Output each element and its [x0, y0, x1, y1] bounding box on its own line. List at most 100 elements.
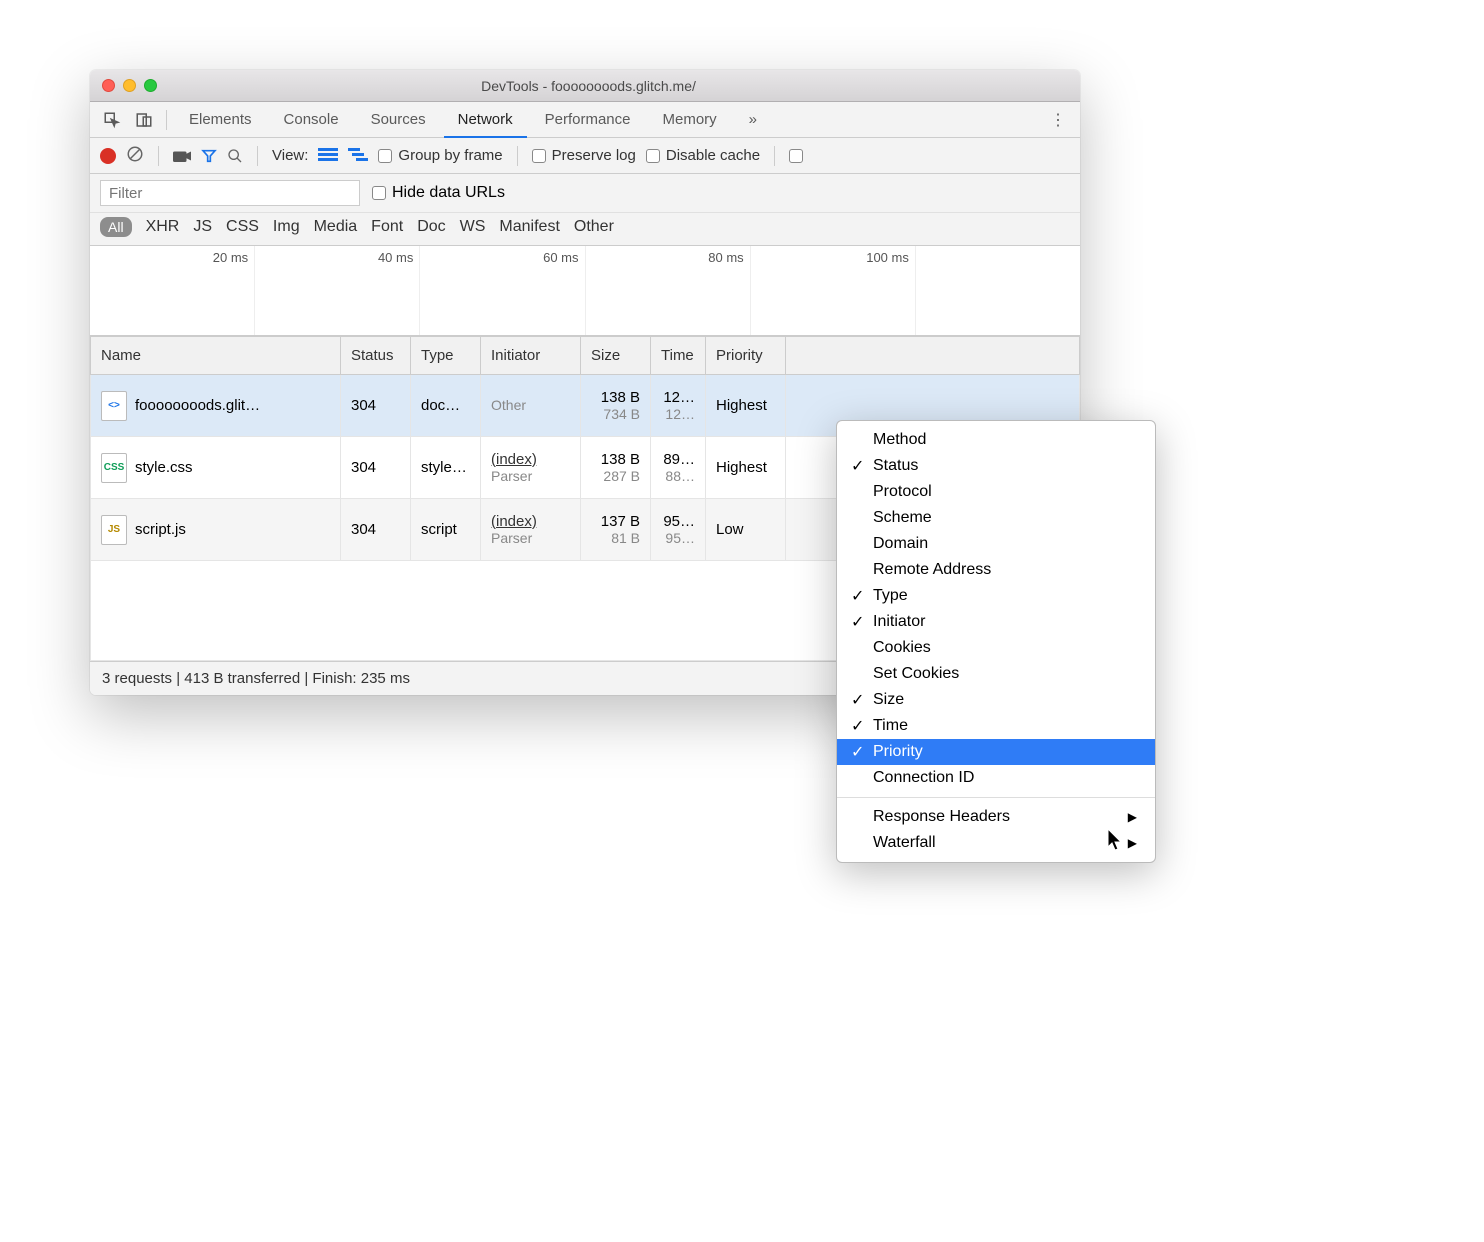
tab-console[interactable]: Console: [270, 102, 353, 138]
cell-name[interactable]: <> foooooooods.glit…: [91, 375, 341, 437]
menu-item-status[interactable]: Status: [837, 453, 1155, 479]
cell-time: 12…12…: [651, 375, 706, 437]
col-priority[interactable]: Priority: [706, 337, 786, 375]
cell-name[interactable]: JS script.js: [91, 499, 341, 561]
filter-type-font[interactable]: Font: [371, 218, 403, 236]
col-name[interactable]: Name: [91, 337, 341, 375]
filter-icon[interactable]: [201, 148, 217, 164]
cell-status: 304: [341, 375, 411, 437]
cell-size: 138 B734 B: [581, 375, 651, 437]
cell-type: script: [411, 499, 481, 561]
filter-type-img[interactable]: Img: [273, 218, 300, 236]
cell-time: 95…95…: [651, 499, 706, 561]
tab-elements[interactable]: Elements: [175, 102, 266, 138]
filter-type-manifest[interactable]: Manifest: [499, 218, 559, 236]
menu-item-initiator[interactable]: Initiator: [837, 609, 1155, 635]
menu-item-protocol[interactable]: Protocol: [837, 479, 1155, 505]
filter-type-media[interactable]: Media: [314, 218, 358, 236]
cell-time: 89…88…: [651, 437, 706, 499]
file-name: script.js: [135, 520, 186, 537]
cell-initiator[interactable]: Other: [481, 375, 581, 437]
menu-response-headers[interactable]: Response Headers▶: [837, 804, 1155, 830]
col-size[interactable]: Size: [581, 337, 651, 375]
file-name: foooooooods.glit…: [135, 396, 260, 413]
separator: [774, 146, 775, 166]
menu-item-type[interactable]: Type: [837, 583, 1155, 609]
file-js-icon: JS: [101, 515, 127, 545]
tabs-overflow[interactable]: »: [735, 102, 771, 138]
column-context-menu: MethodStatusProtocolSchemeDomainRemote A…: [836, 420, 1156, 863]
submenu-arrow-icon: ▶: [1128, 810, 1137, 824]
menu-item-cookies[interactable]: Cookies: [837, 635, 1155, 661]
hide-data-urls-label: Hide data URLs: [392, 184, 505, 202]
record-button[interactable]: [100, 148, 116, 164]
device-toggle-icon[interactable]: [130, 106, 158, 134]
filter-type-xhr[interactable]: XHR: [146, 218, 180, 236]
disable-cache-label: Disable cache: [666, 147, 760, 164]
cell-initiator[interactable]: (index)Parser: [481, 437, 581, 499]
menu-item-method[interactable]: Method: [837, 427, 1155, 453]
tab-performance[interactable]: Performance: [531, 102, 645, 138]
cursor-icon: [1108, 829, 1126, 858]
filter-type-css[interactable]: CSS: [226, 218, 259, 236]
waterfall-view-icon[interactable]: [348, 148, 368, 164]
group-by-frame-checkbox[interactable]: Group by frame: [378, 147, 502, 164]
clear-button[interactable]: [126, 145, 144, 167]
cell-initiator[interactable]: (index)Parser: [481, 499, 581, 561]
cell-type: doc…: [411, 375, 481, 437]
filter-input[interactable]: [100, 180, 360, 206]
cell-name[interactable]: CSSstyle.css: [91, 437, 341, 499]
filter-type-doc[interactable]: Doc: [417, 218, 445, 236]
timeline-tick: 40 ms: [255, 246, 420, 335]
timeline-tick: 20 ms: [90, 246, 255, 335]
titlebar[interactable]: DevTools - foooooooods.glitch.me/: [90, 70, 1080, 102]
file-html-icon: <>: [101, 391, 127, 421]
separator: [257, 146, 258, 166]
col-status[interactable]: Status: [341, 337, 411, 375]
filter-bar: Hide data URLs: [90, 174, 1080, 213]
menu-divider: [837, 797, 1155, 798]
filter-type-all[interactable]: All: [100, 217, 132, 237]
timeline-tick: [916, 246, 1080, 335]
large-rows-icon[interactable]: [318, 148, 338, 164]
separator: [158, 146, 159, 166]
filter-type-js[interactable]: JS: [193, 218, 212, 236]
col-type[interactable]: Type: [411, 337, 481, 375]
cell-status: 304: [341, 437, 411, 499]
tab-sources[interactable]: Sources: [357, 102, 440, 138]
view-label: View:: [272, 147, 308, 164]
separator: [517, 146, 518, 166]
disable-cache-checkbox[interactable]: Disable cache: [646, 147, 760, 164]
preserve-log-label: Preserve log: [552, 147, 636, 164]
menu-item-connection-id[interactable]: Connection ID: [837, 765, 1155, 791]
window-title: DevTools - foooooooods.glitch.me/: [109, 78, 1068, 94]
menu-item-size[interactable]: Size: [837, 687, 1155, 713]
menu-item-domain[interactable]: Domain: [837, 531, 1155, 557]
menu-item-priority[interactable]: Priority: [837, 739, 1155, 765]
filter-type-other[interactable]: Other: [574, 218, 614, 236]
preserve-log-checkbox[interactable]: Preserve log: [532, 147, 636, 164]
menu-item-remote-address[interactable]: Remote Address: [837, 557, 1155, 583]
inspect-element-icon[interactable]: [98, 106, 126, 134]
offline-checkbox-partial[interactable]: [789, 149, 803, 163]
menu-item-time[interactable]: Time: [837, 713, 1155, 739]
screenshot-icon[interactable]: [173, 149, 191, 163]
search-icon[interactable]: [227, 148, 243, 164]
group-by-frame-label: Group by frame: [398, 147, 502, 164]
tab-network[interactable]: Network: [444, 102, 527, 138]
menu-item-scheme[interactable]: Scheme: [837, 505, 1155, 531]
timeline-overview[interactable]: 20 ms 40 ms 60 ms 80 ms 100 ms: [90, 246, 1080, 336]
tab-memory[interactable]: Memory: [649, 102, 731, 138]
col-waterfall[interactable]: [786, 337, 1080, 375]
cell-size: 138 B287 B: [581, 437, 651, 499]
col-time[interactable]: Time: [651, 337, 706, 375]
filter-types: All XHR JS CSS Img Media Font Doc WS Man…: [90, 213, 1080, 246]
submenu-arrow-icon: ▶: [1128, 836, 1137, 850]
cell-size: 137 B81 B: [581, 499, 651, 561]
hide-data-urls-checkbox[interactable]: Hide data URLs: [372, 184, 505, 202]
cell-type: style…: [411, 437, 481, 499]
kebab-menu-icon[interactable]: ⋮: [1044, 106, 1072, 134]
menu-item-set-cookies[interactable]: Set Cookies: [837, 661, 1155, 687]
col-initiator[interactable]: Initiator: [481, 337, 581, 375]
filter-type-ws[interactable]: WS: [460, 218, 486, 236]
